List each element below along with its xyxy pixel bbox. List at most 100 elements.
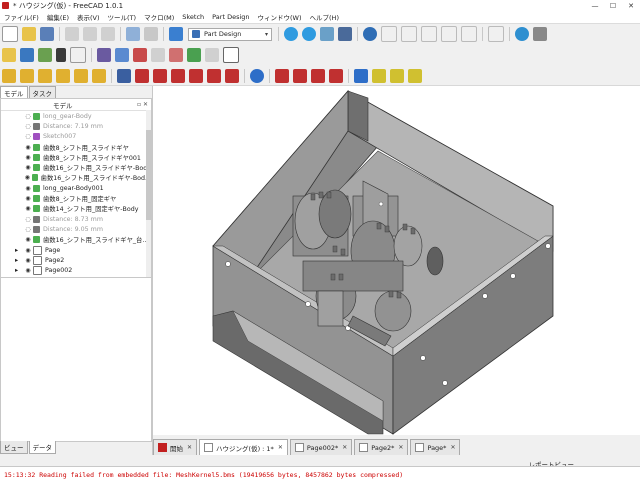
hole-icon[interactable] xyxy=(135,68,149,83)
view-right-icon[interactable] xyxy=(421,26,437,42)
expand-arrow-icon[interactable]: ▸ xyxy=(15,267,23,274)
view-isometric-icon[interactable] xyxy=(363,27,377,41)
minimize-icon[interactable]: — xyxy=(586,0,604,11)
close-icon[interactable]: ✕ xyxy=(278,444,283,451)
thickness-icon[interactable] xyxy=(329,68,343,83)
multi-transform-icon[interactable] xyxy=(408,68,422,83)
fit-selection-icon[interactable] xyxy=(302,27,316,41)
tab-tasks[interactable]: タスク xyxy=(28,86,56,98)
undo-icon[interactable] xyxy=(126,27,140,41)
tree-scrollbar[interactable] xyxy=(146,110,151,277)
menu-view[interactable]: 表示(V) xyxy=(73,12,104,22)
visibility-eye-icon[interactable]: ◉ xyxy=(23,257,33,264)
close-icon[interactable]: ✕ xyxy=(187,444,192,451)
measure-icon[interactable] xyxy=(515,27,529,41)
link-icon[interactable] xyxy=(38,48,52,62)
visibility-eye-icon[interactable]: ◉ xyxy=(23,164,33,171)
tab-data[interactable]: データ xyxy=(28,441,56,454)
tree-item[interactable]: ◉ 歯数14_シフト用_固定ギヤ-Body xyxy=(1,204,151,214)
tree-item[interactable]: ◉ 歯数16_シフト用_スライドギヤ-Body xyxy=(1,162,151,172)
tab-view[interactable]: ビュー xyxy=(0,441,28,454)
tree-item[interactable]: ◌ Distance: 8.73 mm xyxy=(1,214,151,224)
visibility-eye-icon[interactable]: ◉ xyxy=(23,144,33,151)
maximize-icon[interactable]: ☐ xyxy=(604,0,622,11)
sketch-toggle-icon[interactable] xyxy=(223,47,239,63)
pad-icon[interactable] xyxy=(2,68,16,83)
close-icon[interactable]: ✕ xyxy=(398,444,403,451)
tree-item[interactable]: ◉ 歯数16_シフト用_スライドギヤ_台... xyxy=(1,235,151,245)
visibility-eye-icon[interactable]: ◌ xyxy=(23,123,33,130)
expand-arrow-icon[interactable]: ▸ xyxy=(15,247,23,254)
redo-icon[interactable] xyxy=(144,27,158,41)
visibility-eye-icon[interactable]: ◉ xyxy=(23,236,33,243)
fit-all-icon[interactable] xyxy=(284,27,298,41)
additive-loft-icon[interactable] xyxy=(38,68,52,83)
tree-item[interactable]: ◉ 歯数8_シフト用_固定ギヤ xyxy=(1,193,151,203)
scrollbar-thumb[interactable] xyxy=(146,130,151,220)
housing-model[interactable] xyxy=(153,86,640,435)
additive-primitive-icon[interactable] xyxy=(92,68,106,83)
edit-sketch-icon[interactable] xyxy=(187,48,201,62)
workbench-selector[interactable]: Part Design ▾ xyxy=(188,27,272,41)
sketch-view-icon[interactable] xyxy=(205,48,219,62)
open-folder-icon[interactable] xyxy=(22,27,36,41)
close-icon[interactable]: ✕ xyxy=(450,444,455,451)
doc-tab-housing[interactable]: ハウジング(仮) : 1* ✕ xyxy=(199,439,288,455)
tree-item[interactable]: ◉ 歯数16_シフト用_スライドギヤ-Bod... xyxy=(1,173,151,183)
create-part-icon[interactable] xyxy=(2,48,16,62)
menu-tools[interactable]: ツール(T) xyxy=(104,12,141,22)
visibility-eye-icon[interactable]: ◉ xyxy=(23,185,33,192)
menu-file[interactable]: ファイル(F) xyxy=(0,12,43,22)
paste-icon[interactable] xyxy=(101,27,115,41)
view-cube-icon[interactable] xyxy=(320,27,334,41)
menu-macro[interactable]: マクロ(M) xyxy=(140,12,178,22)
dock-buttons-icon[interactable]: ▫ ✕ xyxy=(137,101,148,108)
fillet-icon[interactable] xyxy=(275,68,289,83)
save-icon[interactable] xyxy=(40,27,54,41)
visibility-eye-icon[interactable]: ◉ xyxy=(23,205,33,212)
menu-part-design[interactable]: Part Design xyxy=(208,13,253,21)
tree-item[interactable]: ▸ ◉ Page002 xyxy=(1,265,151,276)
tree-item[interactable]: ◉ 歯数8_シフト用_スライドギヤ xyxy=(1,142,151,152)
create-group-icon[interactable] xyxy=(20,48,34,62)
tree-item[interactable]: ▸ ◉ Page2 xyxy=(1,255,151,265)
doc-tab-page2[interactable]: Page2* ✕ xyxy=(354,439,409,455)
draw-style-icon[interactable] xyxy=(338,27,352,41)
close-icon[interactable]: ✕ xyxy=(342,444,347,451)
tree-item[interactable]: ◉ 歯数8_シフト用_スライドギヤ001 xyxy=(1,152,151,162)
tree-item[interactable]: ◌ long_gear-Body xyxy=(1,111,151,121)
close-icon[interactable]: ✕ xyxy=(622,0,640,11)
menu-window[interactable]: ウィンドウ(W) xyxy=(254,12,306,22)
visibility-eye-icon[interactable]: ◌ xyxy=(23,133,33,140)
revolution-icon[interactable] xyxy=(20,68,34,83)
visibility-eye-icon[interactable]: ◌ xyxy=(23,226,33,233)
refresh-icon[interactable] xyxy=(169,27,183,41)
create-sketch-icon[interactable] xyxy=(133,48,147,62)
visibility-eye-icon[interactable]: ◉ xyxy=(23,267,33,274)
attach-sketch-icon[interactable] xyxy=(169,48,183,62)
visibility-eye-icon[interactable]: ◉ xyxy=(23,174,32,181)
whats-this-icon[interactable] xyxy=(97,48,111,62)
tree-item[interactable]: ▸ ◉ Page xyxy=(1,245,151,255)
boolean-icon[interactable] xyxy=(250,68,264,83)
view-top-icon[interactable] xyxy=(401,26,417,42)
menu-help[interactable]: ヘルプ(H) xyxy=(306,12,343,22)
mirrored-icon[interactable] xyxy=(354,68,368,83)
subtractive-primitive-icon[interactable] xyxy=(225,68,239,83)
tree-item[interactable]: ◌ Sketch007 xyxy=(1,132,151,142)
draft-icon[interactable] xyxy=(311,68,325,83)
visibility-eye-icon[interactable]: ◌ xyxy=(23,113,33,120)
polar-pattern-icon[interactable] xyxy=(390,68,404,83)
view-bottom-icon[interactable] xyxy=(461,26,477,42)
visibility-eye-icon[interactable]: ◌ xyxy=(23,216,33,223)
subtractive-helix-icon[interactable] xyxy=(207,68,221,83)
linear-pattern-icon[interactable] xyxy=(372,68,386,83)
menu-edit[interactable]: 編集(E) xyxy=(43,12,73,22)
subtractive-loft-icon[interactable] xyxy=(171,68,185,83)
view-left-icon[interactable] xyxy=(488,26,504,42)
tab-model[interactable]: モデル xyxy=(0,86,28,98)
part-tool-icon[interactable] xyxy=(533,27,547,41)
menu-sketch[interactable]: Sketch xyxy=(178,13,208,21)
cut-icon[interactable] xyxy=(65,27,79,41)
pocket-icon[interactable] xyxy=(117,68,131,83)
